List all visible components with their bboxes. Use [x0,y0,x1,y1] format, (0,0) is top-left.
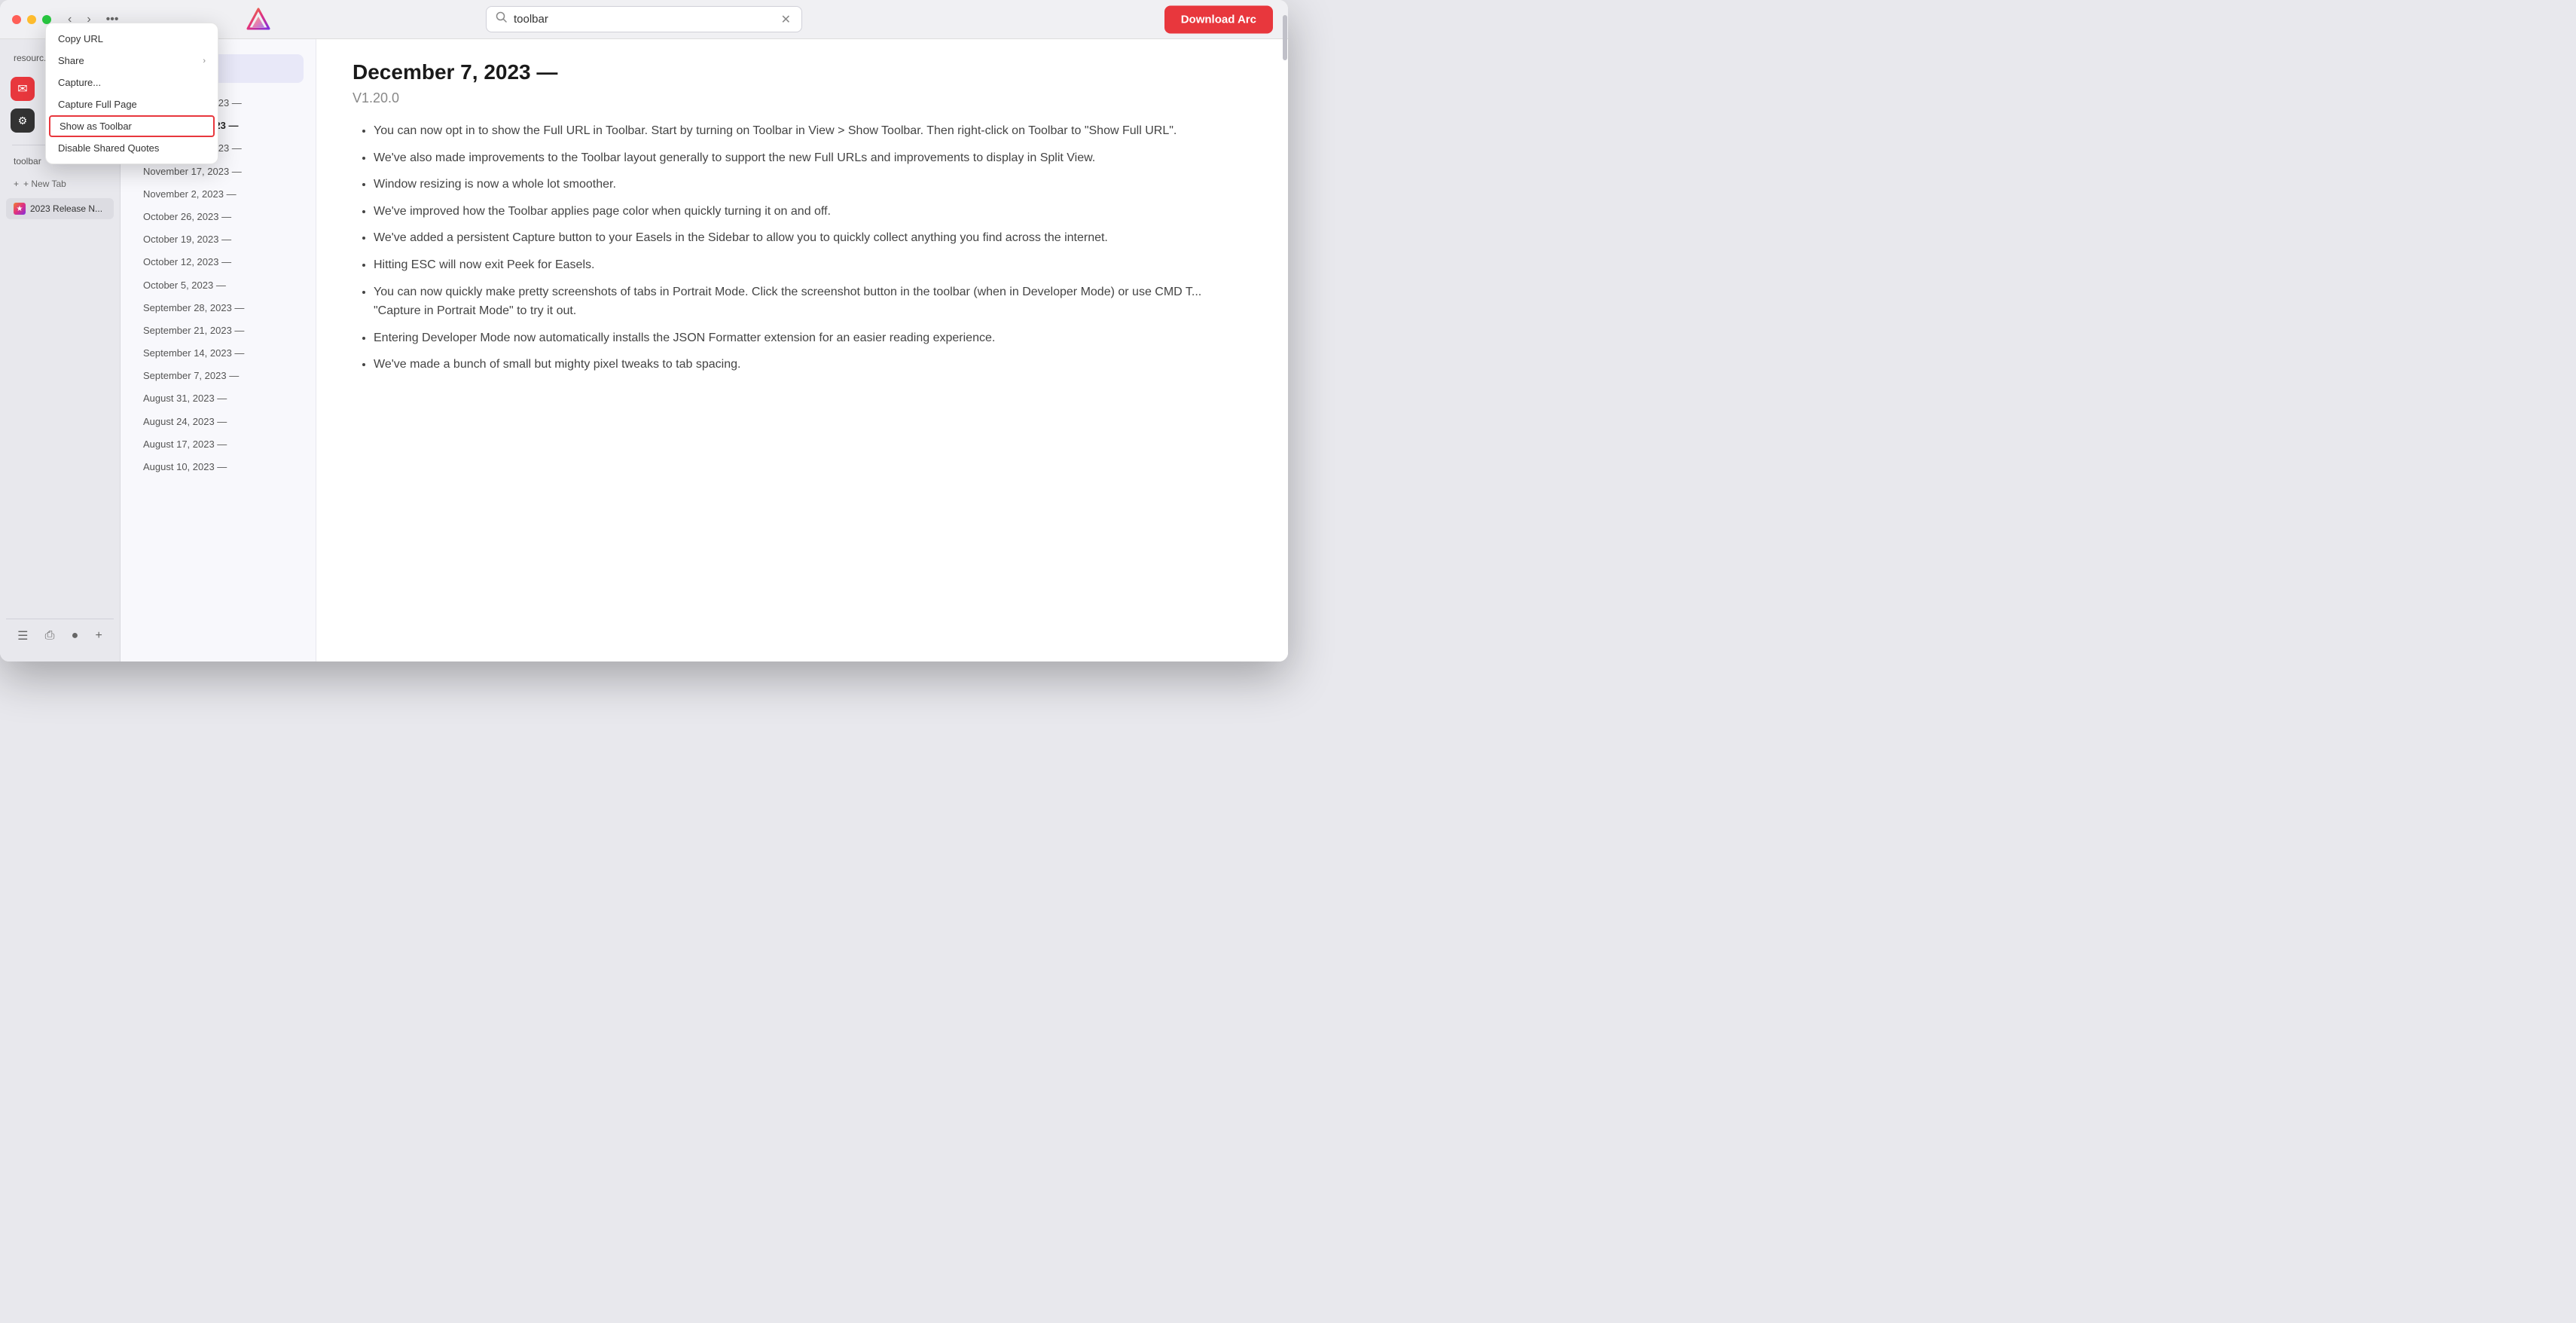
toc-item-5[interactable]: October 26, 2023 — [133,206,304,228]
context-menu-item-share[interactable]: Share › [46,50,218,72]
bullet-item-6: You can now quickly make pretty screensh… [374,283,1252,321]
browser-window: ‹ › ••• [0,0,1288,662]
sidebar-icon-github[interactable]: ⚙ [9,107,36,134]
article-bullet-list: You can now opt in to show the Full URL … [353,121,1252,374]
sidebar-bottom-btn-dot[interactable]: ● [67,625,84,646]
bullet-item-5: Hitting ESC will now exit Peek for Easel… [374,255,1252,275]
toc-item-15[interactable]: August 17, 2023 — [133,433,304,456]
context-menu-item-capture[interactable]: Capture... [46,72,218,93]
toc-item-6[interactable]: October 19, 2023 — [133,228,304,251]
new-tab-label: + New Tab [23,179,66,189]
tab-title: 2023 Release N... [30,203,102,214]
sidebar-bottom: ☰ ⎙ ● + [6,619,114,652]
article: December 7, 2023 — V1.20.0 You can now o… [316,39,1288,662]
search-clear-button[interactable]: ✕ [780,12,792,27]
bullet-item-0: You can now opt in to show the Full URL … [374,121,1252,141]
search-input[interactable] [514,13,774,26]
bullet-item-8: We've made a bunch of small but mighty p… [374,355,1252,374]
article-title: December 7, 2023 — [353,60,1252,84]
context-menu-item-capture-full[interactable]: Capture Full Page [46,93,218,115]
toc-item-13[interactable]: August 31, 2023 — [133,387,304,410]
bullet-item-7: Entering Developer Mode now automaticall… [374,328,1252,348]
search-label: toolbar [6,153,49,170]
download-arc-button[interactable]: Download Arc [1164,5,1273,33]
toc-item-4[interactable]: November 2, 2023 — [133,183,304,206]
context-menu-item-show-toolbar[interactable]: Show as Toolbar [49,115,215,137]
new-tab-plus-icon: + [14,179,19,189]
search-bar[interactable]: ✕ [486,6,802,32]
traffic-lights [12,15,51,24]
bullet-item-1: We've also made improvements to the Tool… [374,148,1252,168]
context-menu-item-disable-quotes[interactable]: Disable Shared Quotes [46,137,218,159]
tab-item-release-notes[interactable]: ★ 2023 Release N... [6,198,114,219]
content-area: On this Page December 14, 2023 —December… [121,39,1288,662]
minimize-button[interactable] [27,15,36,24]
search-bar-container: ✕ [486,6,802,32]
sidebar-bottom-btn-add[interactable]: + [91,625,107,646]
toc-item-11[interactable]: September 14, 2023 — [133,342,304,365]
arc-logo [245,6,272,37]
search-icon [496,11,508,27]
context-menu: Copy URL Share › Capture... Capture Full… [45,23,218,164]
toc-item-12[interactable]: September 7, 2023 — [133,365,304,387]
bullet-item-3: We've improved how the Toolbar applies p… [374,202,1252,222]
toc-item-7[interactable]: October 12, 2023 — [133,251,304,273]
scrollbar-track[interactable] [1282,39,1288,662]
bullet-item-4: We've added a persistent Capture button … [374,228,1252,248]
share-submenu-chevron: › [203,57,206,66]
tab-favicon: ★ [14,203,26,215]
toc-item-14[interactable]: August 24, 2023 — [133,411,304,433]
new-tab-button[interactable]: + + New Tab [6,174,114,194]
context-menu-item-copy-url[interactable]: Copy URL [46,28,218,50]
scrollbar-thumb[interactable] [1283,39,1287,60]
sidebar-bottom-btn-capture[interactable]: ⎙ [41,625,60,646]
toc-item-16[interactable]: August 10, 2023 — [133,456,304,478]
toc-item-10[interactable]: September 21, 2023 — [133,319,304,342]
toc-item-8[interactable]: October 5, 2023 — [133,274,304,297]
sidebar-icon-red-mail[interactable]: ✉ [9,75,36,102]
main-layout: resourc... ✉ ● ✈ ⚙ ● ★ [0,39,1288,662]
toc-item-9[interactable]: September 28, 2023 — [133,297,304,319]
sidebar-bottom-btn-menu[interactable]: ☰ [13,625,32,646]
bullet-item-2: Window resizing is now a whole lot smoot… [374,175,1252,194]
article-version: V1.20.0 [353,90,1252,106]
close-button[interactable] [12,15,21,24]
